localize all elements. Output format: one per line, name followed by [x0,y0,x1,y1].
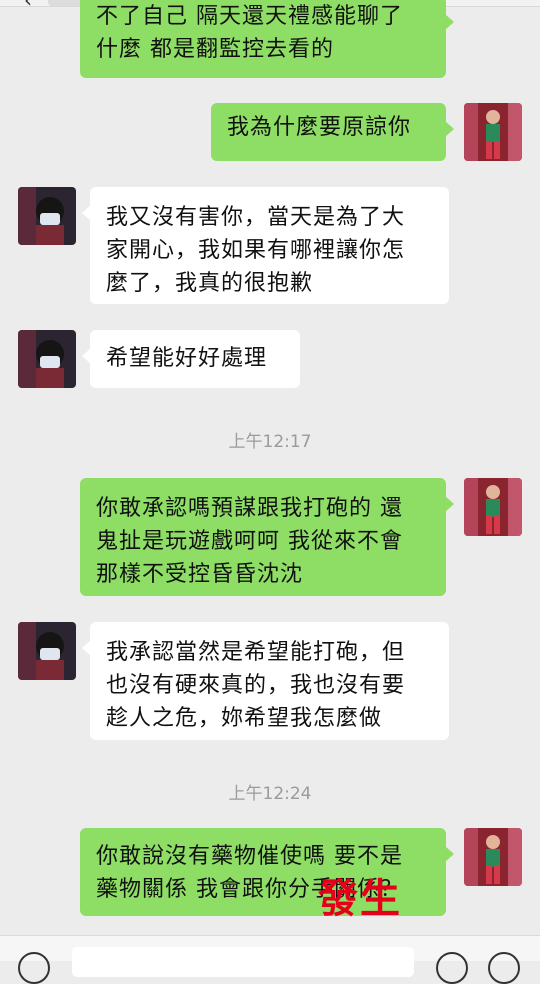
message-line: 我承認當然是希望能打砲，但 [106,640,406,665]
my-avatar[interactable] [464,103,522,161]
message-bubble-received[interactable]: 我又沒有害你，當天是為了大 家開心，我如果有哪裡讓你怎 麼了，我真的很抱歉 [82,187,449,304]
contact-avatar[interactable] [18,187,76,245]
message-line: 趁人之危，妳希望我怎麼做 [106,706,383,731]
message-line: 希望能好好處理 [106,346,268,371]
message-line: 家開心，我如果有哪裡讓你怎 [106,238,406,263]
input-bar [0,935,540,984]
message-line: 麼了，我真的很抱歉 [106,271,314,296]
message-line: 我又沒有害你，當天是為了大 [106,205,406,230]
message-line: 什麼 都是翻監控去看的 [96,37,334,62]
message-bubble-sent[interactable]: 你敢承認嗎預謀跟我打砲的 還 鬼扯是玩遊戲呵呵 我從來不會 那樣不受控昏昏沈沈 [80,478,454,596]
my-avatar[interactable] [464,828,522,886]
message-line: 也沒有硬來真的，我也沒有要 [106,673,406,698]
message-line: 不了自己 隔天還天禮感能聊了 [96,4,403,29]
voice-icon[interactable] [18,952,50,984]
message-input[interactable] [72,947,414,977]
message-bubble-received[interactable]: 我承認當然是希望能打砲，但 也沒有硬來真的，我也沒有要 趁人之危，妳希望我怎麼做 [82,622,449,740]
message-line: 那樣不受控昏昏沈沈 [96,562,304,587]
overlay-annotation: 發生 [318,876,402,922]
message-bubble-received[interactable]: 希望能好好處理 [82,330,300,388]
my-avatar[interactable] [464,478,522,536]
contact-avatar[interactable] [18,330,76,388]
contact-avatar[interactable] [18,622,76,680]
emoji-icon[interactable] [436,952,468,984]
plus-icon[interactable] [488,952,520,984]
message-line: 我為什麼要原諒你 [227,115,412,140]
message-bubble-sent[interactable]: 我為什麼要原諒你 [211,103,454,161]
timestamp: 上午12:17 [228,432,312,452]
message-line: 鬼扯是玩遊戲呵呵 我從來不會 [96,529,403,554]
message-bubble-sent[interactable]: 不了自己 隔天還天禮感能聊了 什麼 都是翻監控去看的 [80,0,454,78]
back-icon[interactable]: ‹ [24,0,32,12]
timestamp: 上午12:24 [228,784,312,804]
message-line: 你敢承認嗎預謀跟我打砲的 還 [96,496,403,521]
